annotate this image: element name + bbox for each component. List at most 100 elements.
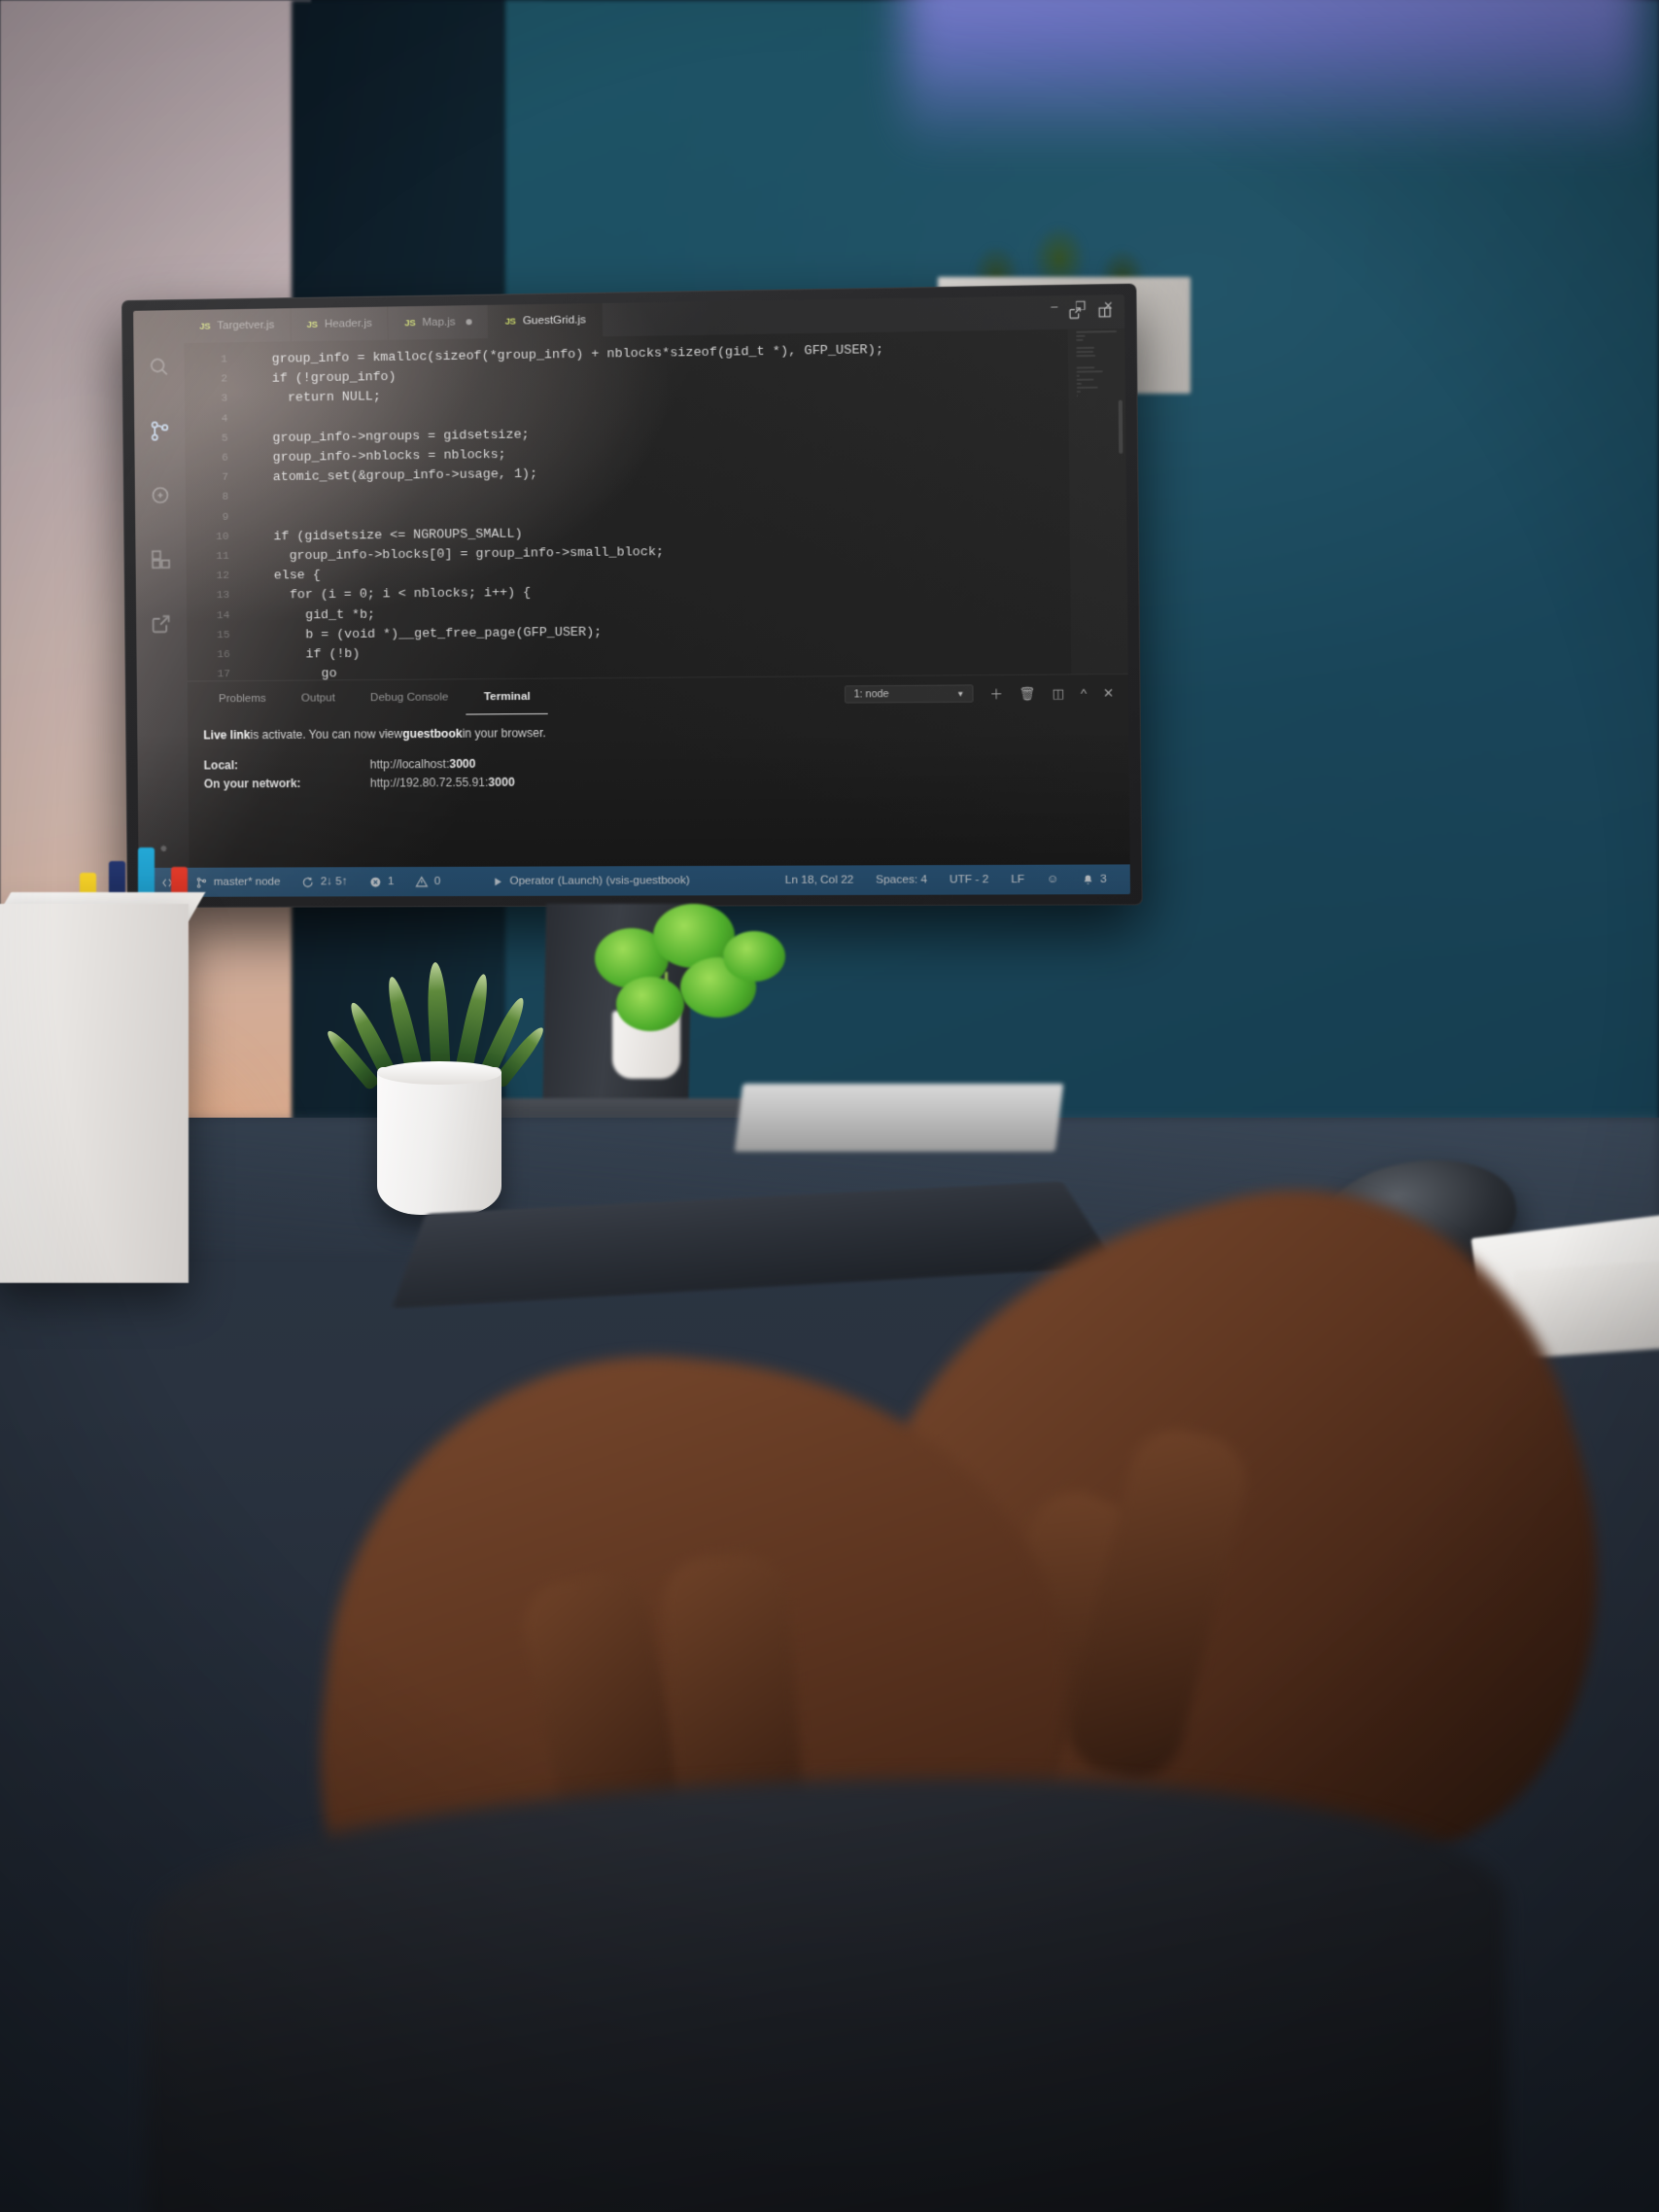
minimap-line — [1076, 366, 1094, 369]
terminal-selector[interactable]: 1: node ▼ — [845, 684, 974, 704]
status-indentation[interactable]: Spaces: 4 — [865, 874, 939, 885]
maximize-panel-icon[interactable]: ^ — [1081, 685, 1088, 700]
new-terminal-icon[interactable]: ＋ — [989, 686, 1003, 701]
plant-pot-rim — [377, 1061, 501, 1085]
notification-count: 3 — [1100, 873, 1107, 885]
status-sync[interactable]: 2↓ 5↑ — [291, 876, 358, 888]
split-terminal-icon[interactable]: ◫ — [1052, 685, 1064, 700]
line-number: 9 — [222, 511, 229, 524]
bottom-panel: Problems Output Debug Console Terminal 1… — [187, 673, 1130, 868]
terminal-output[interactable]: Live link is activate. You can now view … — [188, 710, 1130, 868]
minimap-line — [1076, 350, 1093, 354]
js-file-icon: JS — [199, 321, 211, 332]
line-number: 2 — [221, 373, 227, 386]
vscode-body: JS Targetver.js JS Header.js JS Map.js J… — [133, 294, 1130, 868]
status-errors[interactable]: 1 — [359, 876, 405, 888]
code-content[interactable]: group_info = kmalloc(sizeof(*group_info)… — [241, 328, 1128, 680]
tab-label: Header.js — [324, 317, 372, 330]
terminal-row-network: On your network: http://192.80.72.55.91:… — [204, 770, 1129, 793]
plant-pot — [377, 1067, 501, 1215]
tab-terminal[interactable]: Terminal — [466, 679, 548, 715]
status-feedback-smiley[interactable]: ☺ — [1036, 874, 1070, 885]
minimap-line — [1076, 334, 1086, 337]
minimap-line — [1076, 370, 1104, 373]
status-encoding[interactable]: UTF - 2 — [938, 874, 999, 885]
line-number: 17 — [217, 669, 230, 681]
minimap-line — [1076, 354, 1095, 358]
panel-actions: 1: node ▼ ＋ 🗑 ◫ ^ ✕ — [845, 683, 1115, 704]
line-number: 10 — [216, 531, 229, 543]
line-number: 16 — [217, 649, 230, 662]
vscode-window: JS Targetver.js JS Header.js JS Map.js J… — [133, 294, 1130, 897]
js-file-icon: JS — [404, 317, 416, 328]
status-bar: master* node 2↓ 5↑ 1 0 Operator (Launch)… — [138, 864, 1130, 897]
line-number: 12 — [216, 570, 229, 583]
minimap-line — [1076, 378, 1094, 381]
search-icon[interactable] — [148, 355, 171, 378]
monitor-bezel: JS Targetver.js JS Header.js JS Map.js J… — [121, 283, 1143, 909]
run-and-debug-icon[interactable] — [149, 483, 172, 506]
line-number-gutter: 1234567891011121314151617181920 — [184, 342, 243, 680]
tab-targetver-js[interactable]: JS Targetver.js — [184, 308, 292, 344]
headline-mid: is activate. You can now view — [250, 727, 403, 743]
pilea-leaf — [616, 977, 684, 1031]
headline-suffix: in your browser. — [462, 726, 546, 741]
minimap-line — [1076, 382, 1082, 385]
tab-map-js[interactable]: JS Map.js — [388, 304, 490, 340]
maximize-button[interactable]: ❐ — [1075, 299, 1087, 314]
tab-problems[interactable]: Problems — [201, 681, 284, 717]
source-control-icon — [195, 876, 208, 888]
minimap-line — [1076, 390, 1081, 394]
code-editor[interactable]: 1234567891011121314151617181920 group_in… — [184, 328, 1128, 681]
warning-icon — [416, 875, 429, 887]
local-url[interactable]: http://localhost:3000 — [370, 755, 476, 775]
minimap-line — [1076, 386, 1098, 389]
monitor-screen: JS Targetver.js JS Header.js JS Map.js J… — [133, 294, 1130, 897]
line-number: 4 — [221, 413, 228, 426]
line-number: 13 — [216, 590, 230, 603]
minimap[interactable] — [1068, 328, 1128, 674]
line-number: 1 — [221, 354, 227, 366]
minimap-line — [1076, 346, 1095, 350]
settings-gear-icon[interactable] — [152, 844, 175, 868]
close-panel-icon[interactable]: ✕ — [1103, 685, 1115, 700]
launch-config-label: Operator (Launch) (vsis-guestbook) — [509, 875, 690, 887]
status-notifications[interactable]: 3 — [1070, 873, 1119, 885]
kill-terminal-icon[interactable]: 🗑 — [1019, 685, 1035, 700]
sync-icon — [302, 876, 315, 888]
status-branch[interactable]: master* node — [185, 876, 292, 888]
minimap-line — [1076, 338, 1084, 341]
monitor: JS Targetver.js JS Header.js JS Map.js J… — [121, 283, 1143, 909]
tab-debug-console[interactable]: Debug Console — [353, 679, 467, 715]
tab-output[interactable]: Output — [284, 680, 353, 716]
panel-tab-bar: Problems Output Debug Console Terminal 1… — [188, 674, 1128, 717]
network-url[interactable]: http://192.80.72.55.91:3000 — [370, 774, 515, 793]
minimize-button[interactable]: – — [1051, 299, 1058, 313]
terminal-selector-label: 1: node — [853, 688, 889, 701]
close-button[interactable]: ✕ — [1103, 298, 1115, 313]
tab-guestgrid-js[interactable]: JS GuestGrid.js — [489, 302, 604, 339]
status-warnings[interactable]: 0 — [404, 875, 451, 887]
editor-scrollbar[interactable] — [1118, 399, 1123, 454]
activity-bar-spacer — [162, 676, 163, 804]
status-launch-config[interactable]: Operator (Launch) (vsis-guestbook) — [451, 875, 701, 888]
local-label: Local: — [203, 758, 239, 773]
branch-label: master* node — [213, 876, 281, 888]
source-control-icon[interactable] — [148, 419, 171, 442]
sync-counts: 2↓ 5↑ — [320, 876, 348, 888]
status-cursor-position[interactable]: Ln 18, Col 22 — [774, 875, 864, 886]
forearm-sleeve — [146, 1779, 1506, 2212]
minimap-line — [1076, 330, 1117, 333]
tab-label: GuestGrid.js — [522, 314, 586, 328]
line-number: 7 — [222, 471, 228, 484]
window-controls: – ❐ ✕ — [1051, 298, 1114, 313]
remote-window-icon[interactable] — [150, 612, 173, 636]
error-icon — [370, 877, 381, 887]
status-eol[interactable]: LF — [1000, 874, 1036, 885]
line-number: 8 — [222, 492, 229, 504]
bell-icon — [1084, 874, 1092, 884]
play-icon — [494, 877, 501, 885]
extensions-icon[interactable] — [149, 547, 172, 570]
tab-header-js[interactable]: JS Header.js — [291, 306, 390, 342]
ceiling-light-glow — [904, 0, 1642, 156]
